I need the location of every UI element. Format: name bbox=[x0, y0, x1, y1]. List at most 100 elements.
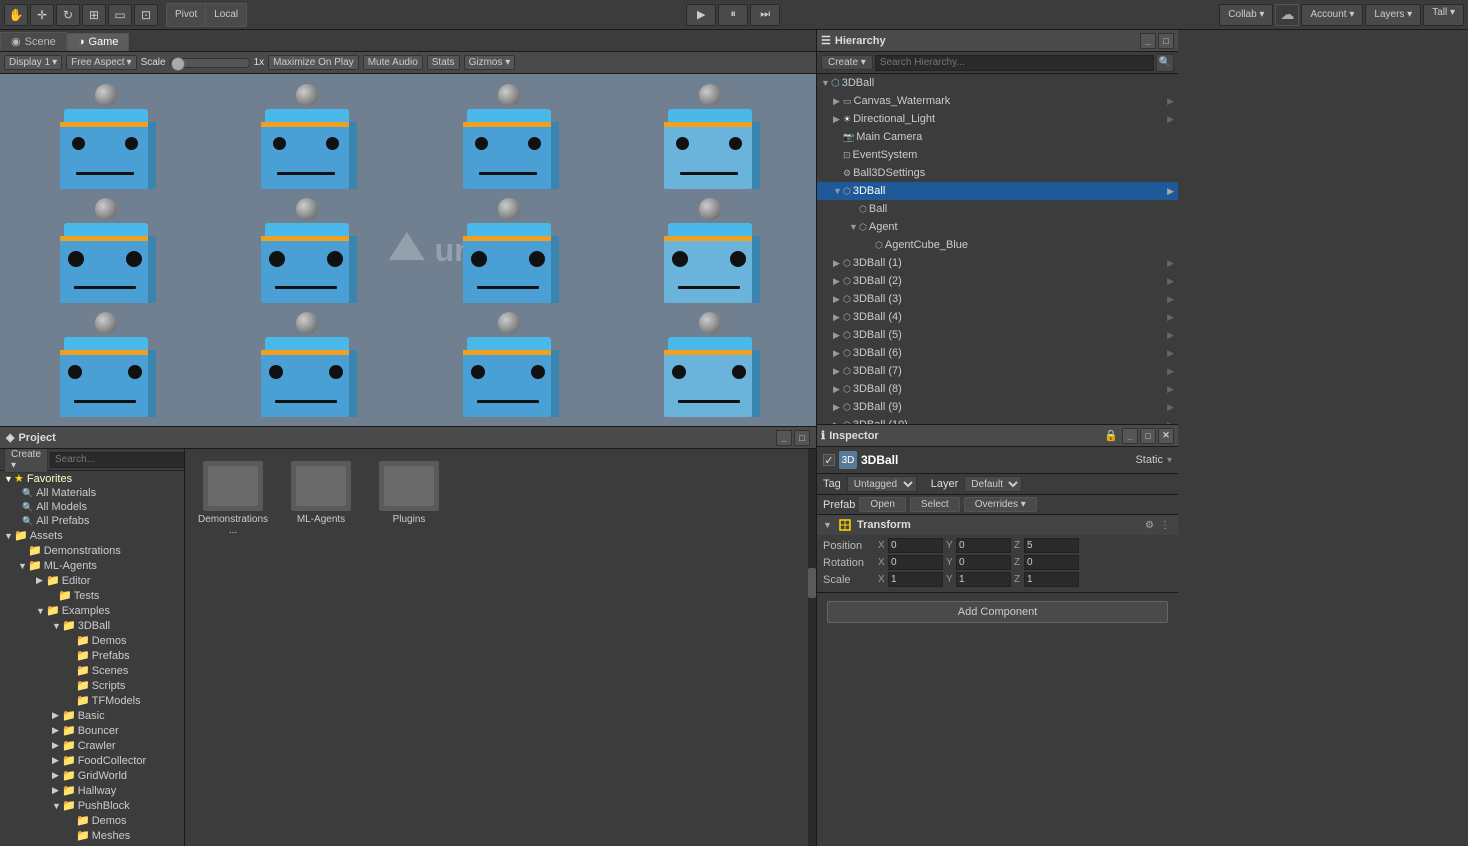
proj-content-plugins[interactable]: Plugins bbox=[369, 457, 449, 540]
layers-btn[interactable]: Layers ▾ bbox=[1365, 4, 1421, 26]
rot-y-input[interactable] bbox=[956, 555, 1011, 570]
hier-item-agentcube-blue[interactable]: ⬡ AgentCube_Blue bbox=[817, 236, 1178, 254]
tag-dropdown[interactable]: Untagged bbox=[847, 476, 917, 492]
hier-item-3dball-8[interactable]: ▶ ⬡ 3DBall (8) ▶ bbox=[817, 380, 1178, 398]
hier-item-canvas-watermark[interactable]: ▶ ▭ Canvas_Watermark ▶ bbox=[817, 92, 1178, 110]
layout-btn[interactable]: Tall ▾ bbox=[1423, 4, 1464, 26]
transform-more-btn[interactable]: ⋮ bbox=[1158, 520, 1172, 531]
proj-item-3dball-scripts[interactable]: 📁 Scripts bbox=[0, 678, 184, 693]
transform-settings-btn[interactable]: ⚙ bbox=[1143, 520, 1156, 531]
proj-item-editor[interactable]: ▶ 📁 Editor bbox=[0, 573, 184, 588]
proj-item-foodcollector[interactable]: ▶ 📁 FoodCollector bbox=[0, 753, 184, 768]
local-btn[interactable]: Local bbox=[206, 4, 246, 26]
hier-item-3dball-6[interactable]: ▶ ⬡ 3DBall (6) ▶ bbox=[817, 344, 1178, 362]
scene-tab[interactable]: ◉ Scene bbox=[0, 32, 67, 51]
proj-item-tests[interactable]: 📁 Tests bbox=[0, 588, 184, 603]
hierarchy-minimize-btn[interactable]: _ bbox=[1140, 33, 1156, 49]
rect-tool-btn[interactable]: ▭ bbox=[108, 4, 132, 26]
prefab-overrides-btn[interactable]: Overrides ▾ bbox=[964, 497, 1037, 512]
rotate-tool-btn[interactable]: ↻ bbox=[56, 4, 80, 26]
scale-z-input[interactable] bbox=[1024, 572, 1079, 587]
hier-item-ball[interactable]: ⬡ Ball bbox=[817, 200, 1178, 218]
stats-btn[interactable]: Stats bbox=[427, 55, 460, 70]
proj-item-crawler[interactable]: ▶ 📁 Crawler bbox=[0, 738, 184, 753]
proj-item-basic[interactable]: ▶ 📁 Basic bbox=[0, 708, 184, 723]
aspect-dropdown[interactable]: Free Aspect ▾ bbox=[66, 55, 136, 70]
project-maximize-btn[interactable]: □ bbox=[794, 430, 810, 446]
add-component-btn[interactable]: Add Component bbox=[827, 601, 1168, 623]
proj-item-all-materials[interactable]: 🔍 All Materials bbox=[0, 486, 184, 500]
game-tab[interactable]: ◑ Game bbox=[67, 33, 130, 51]
collab-btn[interactable]: Collab ▾ bbox=[1219, 4, 1273, 26]
hier-item-3dball-4[interactable]: ▶ ⬡ 3DBall (4) ▶ bbox=[817, 308, 1178, 326]
rot-z-input[interactable] bbox=[1024, 555, 1079, 570]
hier-item-3dball-5[interactable]: ▶ ⬡ 3DBall (5) ▶ bbox=[817, 326, 1178, 344]
hier-item-eventsystem[interactable]: ⊡ EventSystem bbox=[817, 146, 1178, 164]
hier-item-directional-light[interactable]: ▶ ☀ Directional_Light ▶ bbox=[817, 110, 1178, 128]
scale-tool-btn[interactable]: ⊞ bbox=[82, 4, 106, 26]
proj-content-demonstrations[interactable]: Demonstrations... bbox=[193, 457, 273, 540]
hier-item-3dball-10[interactable]: ▶ ⬡ 3DBall (10) ▶ bbox=[817, 416, 1178, 424]
proj-item-3dball[interactable]: ▼ 📁 3DBall bbox=[0, 618, 184, 633]
proj-item-examples[interactable]: ▼ 📁 Examples bbox=[0, 603, 184, 618]
hier-item-scene-3dball[interactable]: ▼ ⬡ 3DBall bbox=[817, 74, 1178, 92]
account-btn[interactable]: Account ▾ bbox=[1301, 4, 1363, 26]
pivot-btn[interactable]: Pivot bbox=[167, 4, 206, 26]
rot-x-input[interactable] bbox=[888, 555, 943, 570]
hier-item-main-camera[interactable]: 📷 Main Camera bbox=[817, 128, 1178, 146]
proj-item-all-models[interactable]: 🔍 All Models bbox=[0, 500, 184, 514]
proj-item-gridworld[interactable]: ▶ 📁 GridWorld bbox=[0, 768, 184, 783]
hier-item-3dball-7[interactable]: ▶ ⬡ 3DBall (7) ▶ bbox=[817, 362, 1178, 380]
prefab-open-btn[interactable]: Open bbox=[859, 497, 905, 512]
hier-item-ball3dsettings[interactable]: ⚙ Ball3DSettings bbox=[817, 164, 1178, 182]
hier-item-3dball[interactable]: ▼ ⬡ 3DBall ▶ bbox=[817, 182, 1178, 200]
prefab-select-btn[interactable]: Select bbox=[910, 497, 960, 512]
hier-item-agent[interactable]: ▼ ⬡ Agent bbox=[817, 218, 1178, 236]
hierarchy-create-btn[interactable]: Create ▾ bbox=[821, 55, 873, 70]
pos-y-input[interactable] bbox=[956, 538, 1011, 553]
proj-item-bouncer[interactable]: ▶ 📁 Bouncer bbox=[0, 723, 184, 738]
hier-item-3dball-2[interactable]: ▶ ⬡ 3DBall (2) ▶ bbox=[817, 272, 1178, 290]
proj-item-pushblock[interactable]: ▼ 📁 PushBlock bbox=[0, 798, 184, 813]
proj-item-assets[interactable]: ▼ 📁 Assets bbox=[0, 528, 184, 543]
project-minimize-btn[interactable]: _ bbox=[776, 430, 792, 446]
inspector-close-btn[interactable]: ✕ bbox=[1158, 428, 1174, 444]
hierarchy-search-input[interactable] bbox=[875, 55, 1154, 71]
layer-dropdown[interactable]: Default bbox=[964, 476, 1022, 492]
hier-item-3dball-3[interactable]: ▶ ⬡ 3DBall (3) ▶ bbox=[817, 290, 1178, 308]
hier-item-3dball-9[interactable]: ▶ ⬡ 3DBall (9) ▶ bbox=[817, 398, 1178, 416]
proj-item-3dball-tfmodels[interactable]: 📁 TFModels bbox=[0, 693, 184, 708]
gizmos-btn[interactable]: Gizmos ▾ bbox=[464, 55, 516, 70]
scale-slider[interactable] bbox=[170, 58, 250, 68]
project-create-btn[interactable]: Create ▾ bbox=[4, 449, 48, 473]
inspector-active-checkbox[interactable]: ✓ bbox=[823, 454, 835, 466]
maximize-btn[interactable]: Maximize On Play bbox=[268, 55, 359, 70]
display-dropdown[interactable]: Display 1 ▾ bbox=[4, 55, 62, 70]
transform-header[interactable]: ▼ Transform ⚙ ⋮ bbox=[817, 515, 1178, 535]
inspector-minimize-btn[interactable]: _ bbox=[1122, 428, 1138, 444]
proj-item-ml-agents[interactable]: ▼ 📁 ML-Agents bbox=[0, 558, 184, 573]
pos-x-input[interactable] bbox=[888, 538, 943, 553]
inspector-lock-btn[interactable]: 🔒 bbox=[1104, 429, 1118, 442]
proj-item-3dball-scenes[interactable]: 📁 Scenes bbox=[0, 663, 184, 678]
move-tool-btn[interactable]: ✛ bbox=[30, 4, 54, 26]
transform-tool-btn[interactable]: ⊡ bbox=[134, 4, 158, 26]
mute-btn[interactable]: Mute Audio bbox=[363, 55, 423, 70]
proj-content-ml-agents[interactable]: ML-Agents bbox=[281, 457, 361, 540]
pos-z-input[interactable] bbox=[1024, 538, 1079, 553]
cloud-btn[interactable]: ☁ bbox=[1275, 4, 1299, 26]
hier-item-3dball-1[interactable]: ▶ ⬡ 3DBall (1) ▶ bbox=[817, 254, 1178, 272]
project-content-scrollbar[interactable] bbox=[808, 449, 816, 846]
step-btn[interactable]: ⏭ bbox=[750, 4, 780, 26]
project-search-input[interactable] bbox=[50, 452, 185, 468]
proj-item-3dball-prefabs[interactable]: 📁 Prefabs bbox=[0, 648, 184, 663]
pause-btn[interactable]: ⏸ bbox=[718, 4, 748, 26]
inspector-maximize-btn[interactable]: □ bbox=[1140, 428, 1156, 444]
proj-item-hallway[interactable]: ▶ 📁 Hallway bbox=[0, 783, 184, 798]
scale-y-input[interactable] bbox=[956, 572, 1011, 587]
proj-item-favorites[interactable]: ▼ ★ Favorites bbox=[0, 471, 184, 486]
scale-x-input[interactable] bbox=[888, 572, 943, 587]
proj-item-demonstrations[interactable]: 📁 Demonstrations bbox=[0, 543, 184, 558]
proj-item-pushblock-demos[interactable]: 📁 Demos bbox=[0, 813, 184, 828]
proj-item-pushblock-meshes[interactable]: 📁 Meshes bbox=[0, 828, 184, 843]
